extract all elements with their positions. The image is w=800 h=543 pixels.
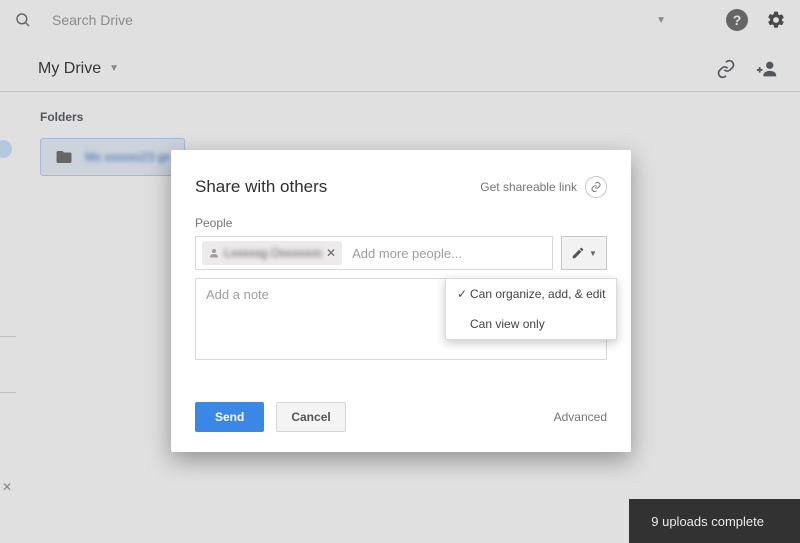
link-icon (585, 176, 607, 198)
permission-menu: ✓ Can organize, add, & edit Can view onl… (445, 278, 617, 340)
permission-dropdown-button[interactable]: ▼ (561, 236, 607, 270)
settings-icon[interactable] (766, 10, 786, 30)
person-icon (208, 247, 220, 259)
chevron-down-icon: ▼ (589, 249, 597, 258)
dialog-title: Share with others (195, 177, 480, 197)
shareable-link-label: Get shareable link (480, 180, 577, 194)
get-shareable-link[interactable]: Get shareable link (480, 176, 607, 198)
share-dialog: Share with others Get shareable link Peo… (171, 150, 631, 452)
note-placeholder: Add a note (206, 287, 269, 302)
add-person-icon[interactable] (756, 58, 778, 80)
breadcrumb-title[interactable]: My Drive (38, 60, 101, 78)
option-label: Can organize, add, & edit (470, 287, 605, 301)
close-icon[interactable]: ✕ (2, 480, 12, 494)
option-label: Can view only (470, 317, 545, 331)
side-decoration (0, 140, 12, 158)
add-more-placeholder: Add more people... (352, 246, 462, 261)
people-label: People (171, 206, 631, 236)
search-icon (14, 11, 32, 29)
link-icon[interactable] (716, 59, 736, 79)
check-icon: ✓ (454, 287, 470, 301)
permission-option-view[interactable]: Can view only (446, 309, 616, 339)
divider (0, 392, 16, 393)
chip-name: Lxxxxxg Oxxxxxxs (224, 246, 322, 260)
divider (0, 336, 16, 337)
folder-name: Mx xxxxxo23 gma... (85, 150, 170, 164)
dropdown-caret-icon[interactable]: ▼ (656, 15, 666, 26)
folders-section-label: Folders (40, 110, 800, 124)
upload-toast[interactable]: 9 uploads complete (629, 499, 800, 543)
person-chip[interactable]: Lxxxxxg Oxxxxxxs ✕ (202, 241, 342, 265)
toast-message: 9 uploads complete (651, 514, 764, 529)
folder-item[interactable]: Mx xxxxxo23 gma... (40, 138, 185, 176)
send-button[interactable]: Send (195, 402, 264, 432)
permission-option-edit[interactable]: ✓ Can organize, add, & edit (446, 279, 616, 309)
help-icon[interactable]: ? (726, 9, 748, 31)
search-placeholder: Search Drive (52, 12, 656, 28)
people-input[interactable]: Lxxxxxg Oxxxxxxs ✕ Add more people... (195, 236, 553, 270)
chevron-down-icon[interactable]: ▼ (109, 63, 119, 74)
remove-chip-icon[interactable]: ✕ (326, 246, 336, 260)
search-bar[interactable]: Search Drive ▼ ? (0, 0, 800, 40)
advanced-link[interactable]: Advanced (554, 410, 607, 424)
folder-icon (55, 148, 73, 166)
pencil-icon (571, 246, 585, 260)
cancel-button[interactable]: Cancel (276, 402, 345, 432)
location-toolbar: My Drive ▼ (0, 46, 800, 92)
